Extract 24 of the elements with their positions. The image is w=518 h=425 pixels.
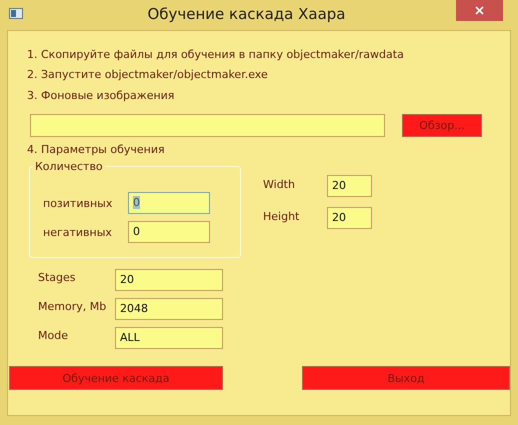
field-label: Stages	[37, 271, 77, 284]
input-field[interactable]: 0	[128, 192, 210, 214]
field-label: Width	[263, 177, 296, 193]
input-field[interactable]: 20	[115, 269, 223, 291]
path-field[interactable]	[30, 114, 385, 137]
close-button[interactable]	[456, 0, 503, 21]
field-label: Mode	[37, 329, 69, 342]
field-label: Height	[263, 209, 300, 225]
close-icon	[475, 6, 484, 15]
field-label: позитивных	[42, 196, 114, 210]
window-icon	[9, 8, 23, 18]
instruction-text: 2. Запустите objectmaker/objectmaker.exe	[27, 67, 269, 83]
input-field[interactable]: 20	[327, 175, 372, 197]
instruction-text: 3. Фоновые изображения	[27, 88, 176, 104]
window-title: Обучение каскада Хаара	[146, 5, 347, 23]
input-field[interactable]: 0	[128, 221, 210, 243]
field-label: негативных	[42, 226, 113, 238]
input-field[interactable]: ALL	[115, 327, 223, 349]
field-label: Memory, Mb	[37, 300, 108, 313]
section-heading: 4. Параметры обучения	[26, 142, 166, 158]
input-field[interactable]: 2048	[115, 298, 223, 320]
input-field[interactable]: 20	[327, 207, 372, 229]
group-title: Количество	[34, 160, 104, 173]
instruction-text: 1. Скопируйте файлы для обучения в папку objectmaker/rawdata	[27, 47, 405, 63]
